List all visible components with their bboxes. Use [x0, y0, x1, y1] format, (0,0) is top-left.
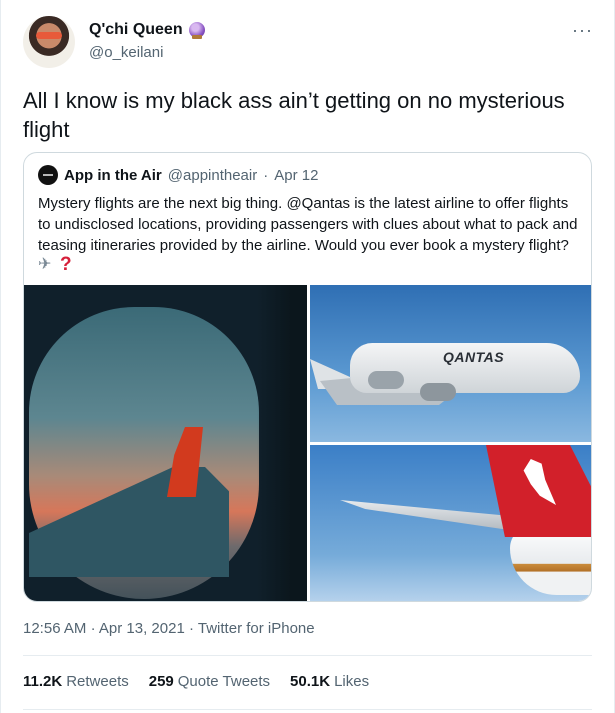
tweet-text: All I know is my black ass ain’t getting…: [23, 88, 565, 142]
tweet-date[interactable]: Apr 13, 2021: [99, 620, 185, 637]
qantas-tail-fin-photo[interactable]: [310, 445, 591, 601]
quote-tweets-count: 259: [148, 673, 174, 690]
likes-label: Likes: [334, 673, 370, 690]
author-avatar[interactable]: [23, 16, 75, 68]
divider: [23, 655, 592, 656]
retweets-stat[interactable]: 11.2K Retweets: [23, 673, 129, 690]
crystal-ball-icon: [188, 22, 205, 39]
red-question-mark-icon: ?: [60, 254, 72, 275]
quoted-tweet[interactable]: App in the Air @appintheair · Apr 12 Mys…: [23, 152, 592, 602]
quoted-date[interactable]: Apr 12: [274, 167, 318, 184]
quoted-avatar[interactable]: [38, 165, 58, 185]
quoted-display-name[interactable]: App in the Air: [64, 167, 162, 184]
a380-engine: [420, 383, 456, 401]
quoted-emoji-row: ?: [38, 254, 583, 275]
avatar-sunglasses: [36, 32, 62, 39]
tweet-stats: 11.2K Retweets 259 Quote Tweets 50.1K Li…: [23, 673, 369, 690]
quoted-media-grid: QANTAS: [24, 285, 591, 601]
more-dots-icon[interactable]: ···: [572, 20, 593, 41]
tweet-meta: 12:56 AM · Apr 13, 2021 · Twitter for iP…: [23, 620, 315, 637]
airplane-icon: [38, 254, 56, 275]
author-name-row: Q'chi Queen: [89, 21, 205, 39]
a380-livery-text: QANTAS: [443, 349, 505, 365]
window-frame-shadow: [257, 285, 307, 601]
quoted-handle[interactable]: @appintheair: [168, 167, 257, 184]
tweet-card: Q'chi Queen @o_keilani ··· All I know is…: [0, 0, 615, 713]
window-wing: [29, 467, 229, 577]
quoted-text: Mystery flights are the next big thing. …: [38, 195, 578, 254]
plane-window: [29, 307, 259, 599]
quoted-text-block: Mystery flights are the next big thing. …: [38, 193, 583, 275]
quoted-separator: ·: [263, 166, 269, 184]
retweets-count: 11.2K: [23, 673, 63, 690]
author-handle[interactable]: @o_keilani: [89, 44, 163, 61]
a380-in-flight-photo[interactable]: QANTAS: [310, 285, 591, 442]
retweets-label: Retweets: [66, 673, 129, 690]
quote-tweets-label: Quote Tweets: [177, 673, 271, 690]
a380-engine: [368, 371, 404, 389]
plane-window-photo[interactable]: [24, 285, 307, 601]
quote-tweets-stat[interactable]: 259 Quote Tweets: [149, 673, 270, 690]
tweet-source[interactable]: Twitter for iPhone: [198, 620, 315, 637]
divider: [23, 709, 592, 710]
author-display-name[interactable]: Q'chi Queen: [89, 21, 183, 39]
likes-stat[interactable]: 50.1K Likes: [290, 673, 369, 690]
meta-separator: ·: [90, 620, 96, 637]
meta-separator: ·: [188, 620, 194, 637]
likes-count: 50.1K: [290, 673, 331, 690]
quoted-header: App in the Air @appintheair · Apr 12: [38, 165, 318, 185]
tweet-time[interactable]: 12:56 AM: [23, 620, 86, 637]
